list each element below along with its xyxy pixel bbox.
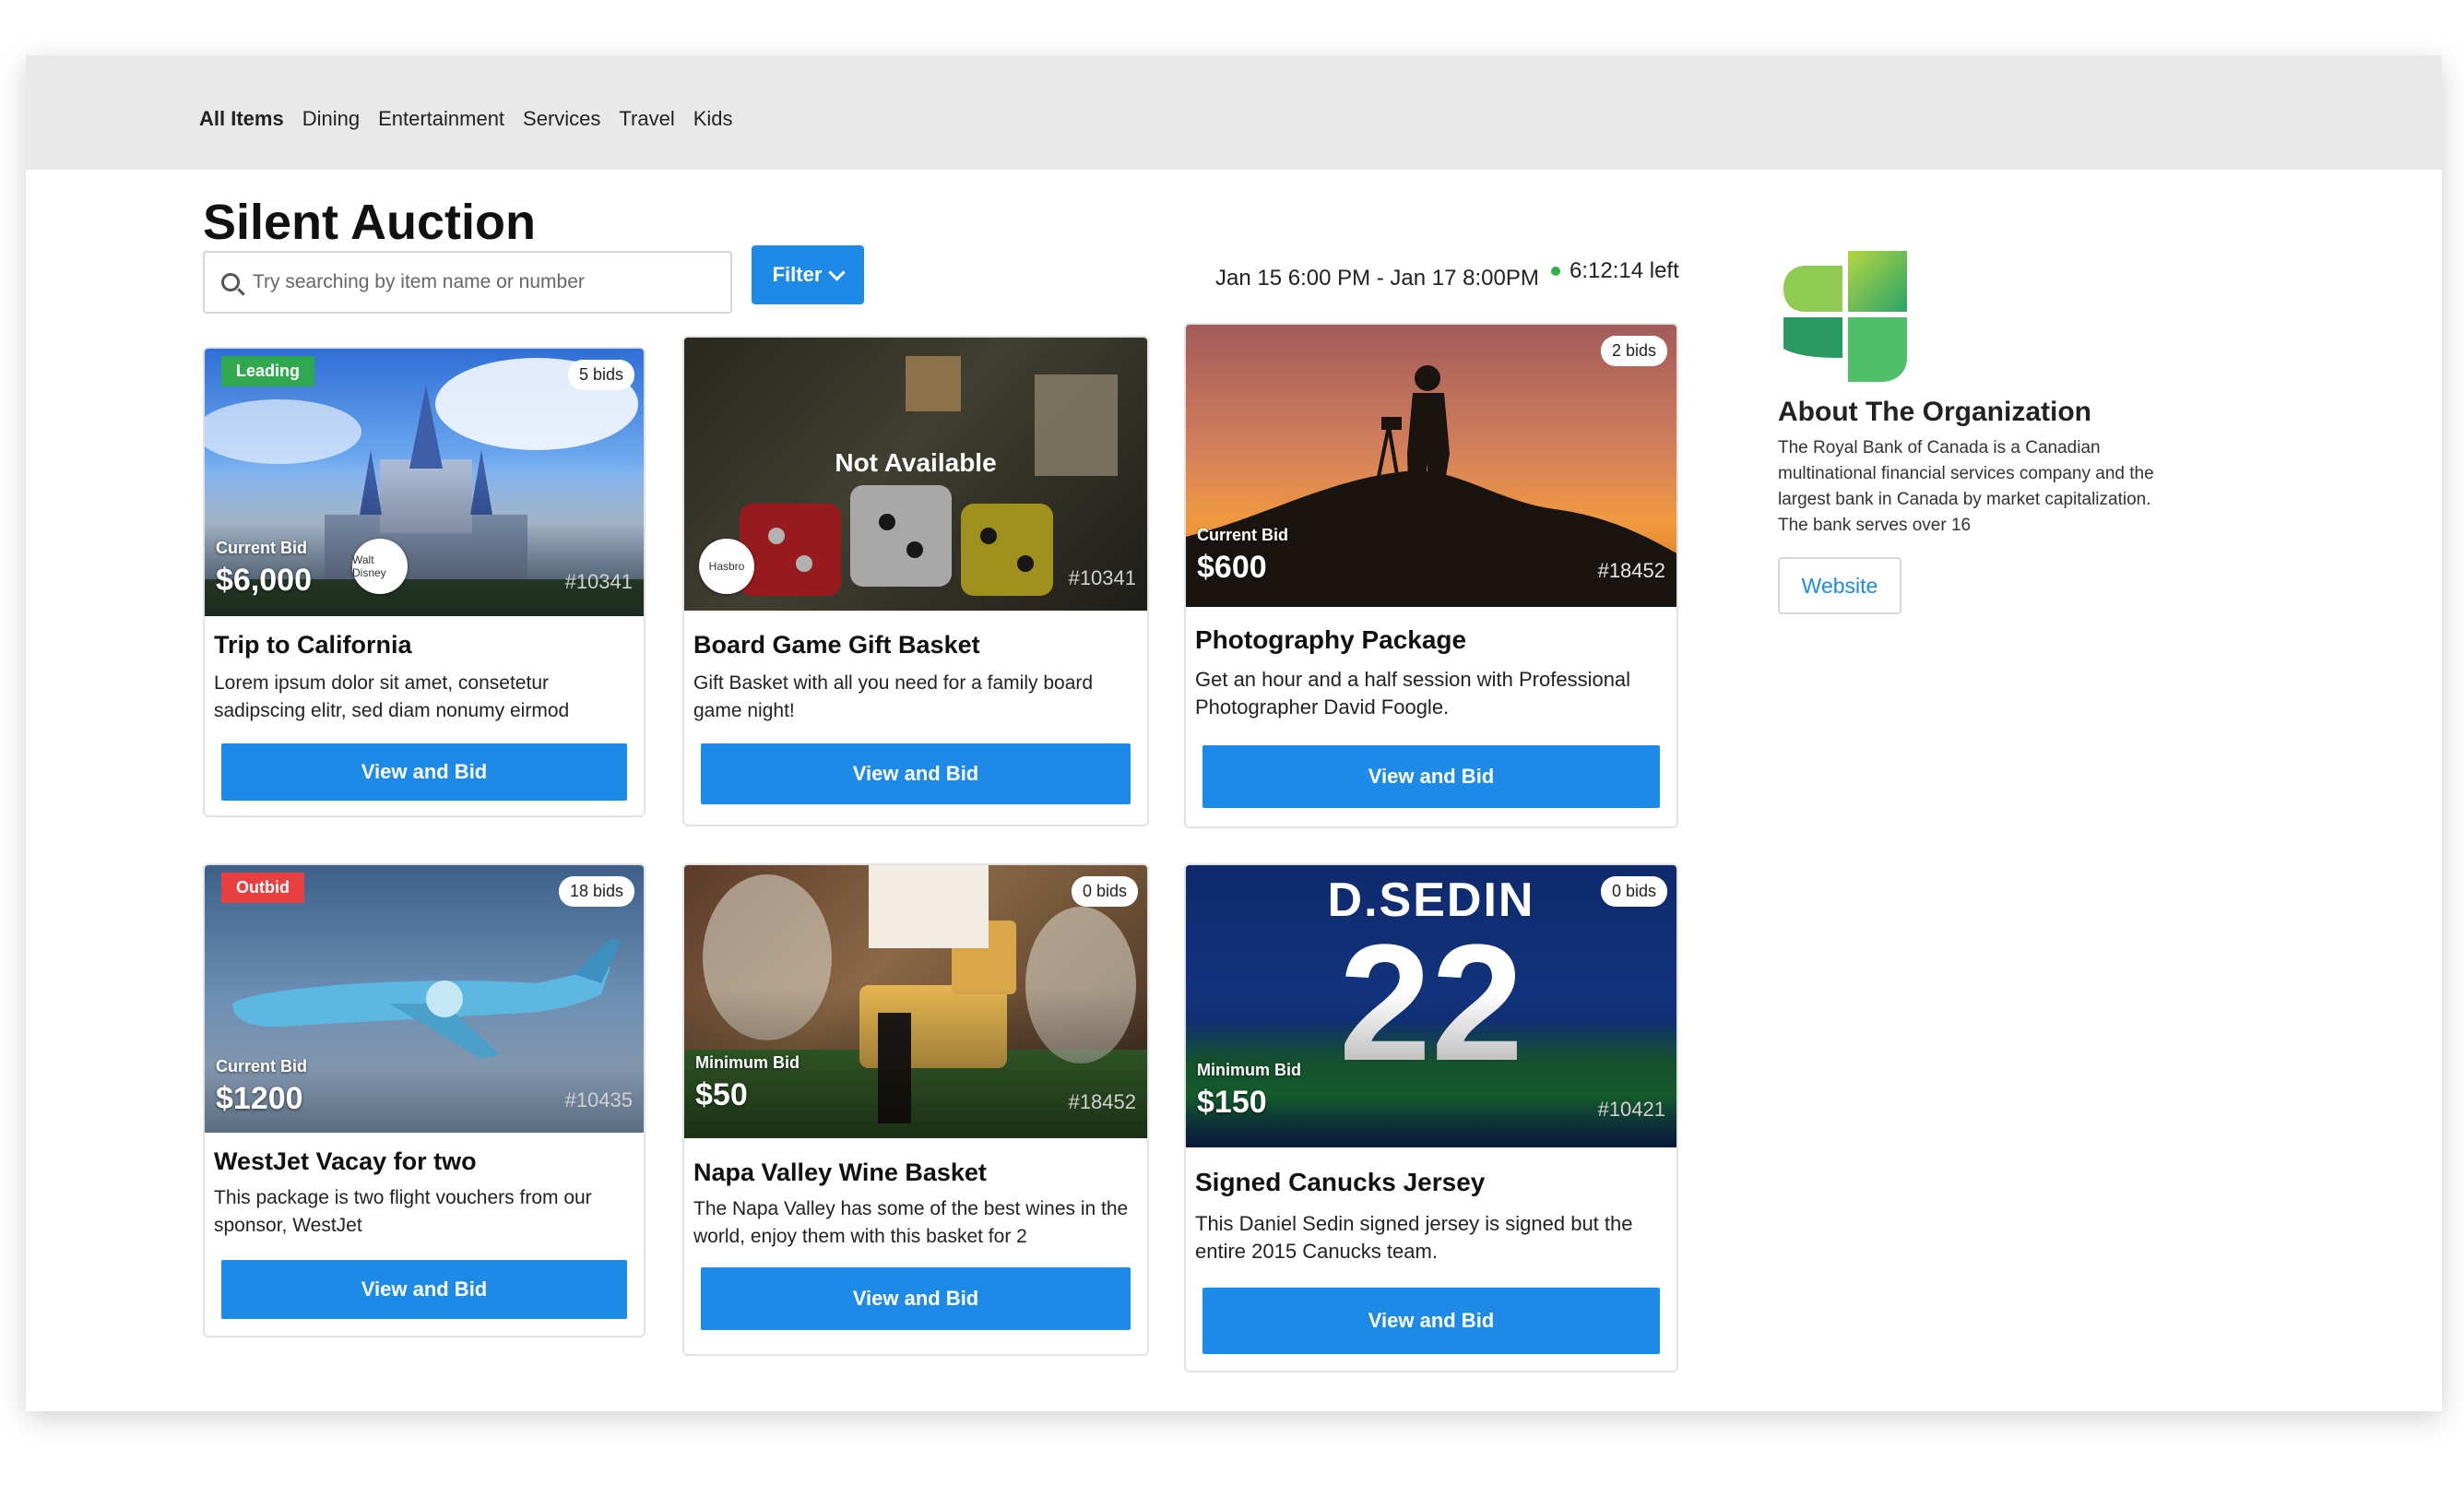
auction-item-card[interactable]: Not Available Hasbro #10341 Board Game G… [682, 336, 1149, 826]
view-and-bid-button[interactable]: View and Bid [701, 1267, 1131, 1330]
live-status-dot [1551, 267, 1560, 276]
item-number: #18452 [1068, 1090, 1136, 1113]
bid-amount: $50 [695, 1077, 748, 1112]
view-and-bid-button[interactable]: View and Bid [701, 743, 1131, 804]
outbid-badge: Outbid [221, 873, 304, 903]
bid-count: 0 bids [1600, 876, 1667, 907]
item-image: Outbid 18 bids Current Bid $1200 #10435 [205, 865, 644, 1133]
view-and-bid-button[interactable]: View and Bid [1202, 745, 1660, 808]
org-title: About The Organization [1778, 397, 2091, 427]
bid-label: Current Bid [216, 539, 307, 557]
filter-label: Filter [772, 263, 823, 286]
nav-services[interactable]: Services [523, 107, 600, 131]
bid-amount: $6,000 [216, 563, 312, 598]
view-and-bid-button[interactable]: View and Bid [221, 1260, 627, 1319]
website-button[interactable]: Website [1778, 557, 1901, 614]
item-description: This Daniel Sedin signed jersey is signe… [1195, 1212, 1633, 1263]
bid-label: Minimum Bid [1197, 1061, 1301, 1079]
item-image: Leading 5 bids Walt Disney Current Bid $… [205, 349, 644, 616]
organization-logo [1783, 251, 1907, 382]
top-nav-bar: All Items Dining Entertainment Services … [26, 55, 2442, 170]
auction-item-card[interactable]: D.SEDIN 22 0 bids Minimum Bid $150 #1042… [1184, 863, 1678, 1372]
item-title: WestJet Vacay for two [214, 1147, 477, 1175]
chevron-down-icon [828, 263, 847, 281]
auction-dates: Jan 15 6:00 PM - Jan 17 8:00PM [1215, 266, 1539, 291]
item-title: Board Game Gift Basket [693, 631, 980, 659]
search-input[interactable]: Try searching by item name or number [203, 251, 732, 314]
bid-label: Current Bid [216, 1057, 307, 1075]
auction-item-card[interactable]: 0 bids Minimum Bid $50 #18452 Napa Valle… [682, 863, 1149, 1356]
filter-button[interactable]: Filter [752, 245, 864, 304]
item-description: This package is two flight vouchers from… [214, 1187, 592, 1236]
auction-item-card[interactable]: Leading 5 bids Walt Disney Current Bid $… [203, 347, 646, 817]
view-and-bid-button[interactable]: View and Bid [1202, 1288, 1660, 1354]
auction-item-card[interactable]: 2 bids Current Bid $600 #18452 Photograp… [1184, 323, 1678, 828]
sponsor-logo: Hasbro [699, 539, 754, 594]
bid-amount: $150 [1197, 1085, 1267, 1120]
view-and-bid-button[interactable]: View and Bid [221, 743, 627, 801]
bid-label: Current Bid [1197, 526, 1288, 544]
item-number: #10435 [564, 1088, 633, 1111]
item-description: Gift Basket with all you need for a fami… [693, 672, 1094, 721]
category-nav: All Items Dining Entertainment Services … [199, 107, 733, 131]
sponsor-logo: Walt Disney [352, 539, 408, 594]
page-title: Silent Auction [203, 195, 536, 250]
nav-entertainment[interactable]: Entertainment [378, 107, 504, 131]
item-description: The Napa Valley has some of the best win… [693, 1198, 1129, 1247]
item-number: #10341 [564, 570, 633, 593]
item-number: #10421 [1597, 1098, 1665, 1121]
item-number: #10341 [1068, 566, 1136, 589]
item-title: Napa Valley Wine Basket [693, 1158, 987, 1186]
not-available-label: Not Available [835, 448, 997, 477]
app-window: All Items Dining Entertainment Services … [26, 55, 2442, 1411]
time-left-text: 6:12:14 left [1570, 258, 1679, 283]
item-image: Not Available Hasbro #10341 [684, 338, 1147, 611]
item-title: Signed Canucks Jersey [1195, 1168, 1486, 1196]
bid-amount: $600 [1197, 550, 1267, 585]
item-title: Photography Package [1195, 625, 1467, 654]
search-icon [221, 273, 240, 291]
item-title: Trip to California [214, 631, 412, 659]
search-placeholder: Try searching by item name or number [253, 271, 585, 292]
nav-travel[interactable]: Travel [619, 107, 674, 131]
item-description: Lorem ipsum dolor sit amet, consetetur s… [214, 672, 570, 721]
item-description: Get an hour and a half session with Prof… [1195, 668, 1631, 719]
auction-item-card[interactable]: Outbid 18 bids Current Bid $1200 #10435 … [203, 863, 646, 1337]
bid-count: 18 bids [558, 876, 634, 907]
org-description: The Royal Bank of Canada is a Canadian m… [1778, 438, 2154, 535]
time-left: 6:12:14 left [1551, 258, 1679, 284]
leading-badge: Leading [221, 356, 315, 386]
bid-label: Minimum Bid [695, 1053, 800, 1072]
bid-count: 5 bids [567, 360, 634, 390]
item-image: 2 bids Current Bid $600 #18452 [1186, 325, 1676, 607]
bid-count: 2 bids [1600, 336, 1667, 366]
item-number: #18452 [1597, 559, 1665, 582]
bid-count: 0 bids [1071, 876, 1138, 907]
nav-dining[interactable]: Dining [302, 107, 360, 131]
nav-kids[interactable]: Kids [693, 107, 733, 131]
item-image: 0 bids Minimum Bid $50 #18452 [684, 865, 1147, 1138]
bid-amount: $1200 [216, 1081, 303, 1116]
item-image: D.SEDIN 22 0 bids Minimum Bid $150 #1042… [1186, 865, 1676, 1147]
nav-all-items[interactable]: All Items [199, 107, 284, 131]
